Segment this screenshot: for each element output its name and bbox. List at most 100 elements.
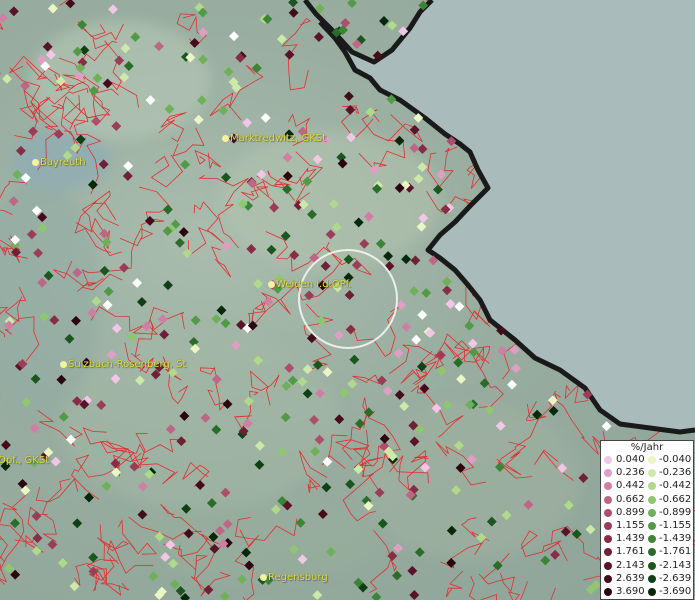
measurement-point xyxy=(141,321,152,332)
legend-value-negative: -2.143 xyxy=(659,559,692,571)
legend-swatch-positive xyxy=(604,535,612,544)
boundary-line xyxy=(90,306,168,335)
legend-swatch-positive xyxy=(604,574,612,583)
city-label: Opf., GKSt xyxy=(0,455,50,466)
measurement-point xyxy=(251,63,262,74)
measurement-point xyxy=(467,338,478,349)
legend-swatch-negative xyxy=(648,508,656,517)
measurement-point xyxy=(417,144,428,154)
measurement-point xyxy=(119,262,129,273)
measurement-point xyxy=(198,27,209,38)
measurement-point xyxy=(344,290,355,301)
measurement-point xyxy=(102,300,113,310)
measurement-point xyxy=(288,0,299,8)
boundary-line xyxy=(188,201,225,257)
measurement-point xyxy=(399,401,410,412)
boundary-line xyxy=(209,64,264,121)
measurement-point xyxy=(229,31,239,42)
legend-value-negative: -0.040 xyxy=(659,454,692,465)
legend-row: 1.155 -1.155 xyxy=(601,520,695,532)
measurement-point xyxy=(144,215,155,226)
measurement-point xyxy=(401,254,412,265)
measurement-point xyxy=(31,511,42,522)
measurement-point xyxy=(436,169,446,180)
measurement-point xyxy=(394,389,405,400)
measurement-point xyxy=(84,492,94,503)
measurement-point xyxy=(333,330,344,341)
legend-value-negative: -0.236 xyxy=(659,467,692,479)
measurement-point xyxy=(211,313,222,324)
boundary-line xyxy=(0,502,44,553)
legend-swatch-positive xyxy=(604,561,612,570)
measurement-point xyxy=(322,367,333,378)
measurement-point xyxy=(456,374,467,385)
boundary-line xyxy=(0,493,28,572)
boundary-line xyxy=(35,478,79,503)
measurement-point xyxy=(101,237,112,248)
measurement-point xyxy=(464,320,475,331)
measurement-point xyxy=(242,117,253,128)
measurement-point xyxy=(345,324,356,335)
measurement-point xyxy=(216,305,227,316)
measurement-point xyxy=(379,16,389,26)
city-marker xyxy=(268,281,275,288)
measurement-point xyxy=(441,276,452,287)
boundary-line xyxy=(194,149,222,169)
legend-value-negative: -1.761 xyxy=(659,546,692,558)
measurement-point xyxy=(193,114,204,125)
measurement-point xyxy=(123,161,134,171)
boundary-line xyxy=(95,568,130,591)
legend-swatch-positive xyxy=(604,495,612,504)
legend-value-positive: 0.662 xyxy=(616,493,645,505)
legend: %/Jahr 0.040 -0.040 0.236 -0.236 0.442 -0.442… xyxy=(600,440,694,600)
measurement-point xyxy=(354,418,365,429)
legend-swatch-negative xyxy=(648,574,656,583)
legend-row: 0.442 -0.442 xyxy=(601,480,695,492)
legend-value-positive: 0.899 xyxy=(616,506,645,518)
boundary-line xyxy=(400,350,433,385)
legend-swatch-positive xyxy=(604,469,612,478)
measurement-point xyxy=(446,557,457,568)
measurement-point xyxy=(409,286,419,297)
boundary-line xyxy=(96,524,130,552)
measurement-point xyxy=(540,555,551,566)
legend-row: 3.690 -3.690 xyxy=(601,586,695,598)
measurement-point xyxy=(347,378,358,389)
measurement-point xyxy=(253,278,264,289)
measurement-point xyxy=(174,237,185,248)
measurement-point xyxy=(263,296,274,307)
city-label: Bayreuth xyxy=(40,157,86,168)
measurement-point xyxy=(401,322,412,332)
legend-swatch-negative xyxy=(648,456,656,464)
measurement-point xyxy=(163,280,173,291)
legend-value-positive: 1.155 xyxy=(616,520,645,531)
measurement-point xyxy=(260,112,271,123)
legend-value-negative: -1.439 xyxy=(659,533,692,545)
measurement-point xyxy=(409,590,420,600)
measurement-point xyxy=(10,518,20,529)
legend-value-negative: -1.155 xyxy=(659,520,692,531)
measurement-point xyxy=(419,383,430,394)
legend-row: 2.639 -2.639 xyxy=(601,573,695,585)
measurement-point xyxy=(343,91,354,102)
boundary-line xyxy=(352,305,401,358)
legend-swatch-negative xyxy=(648,561,656,570)
measurement-point xyxy=(571,529,582,540)
legend-value-negative: -0.899 xyxy=(659,506,692,518)
measurement-point xyxy=(182,248,193,259)
measurement-point xyxy=(497,345,507,356)
map-view[interactable]: Bayreuth Marktredwitz, GKSt Weiden i.d.OPf… xyxy=(0,0,695,600)
measurement-point xyxy=(382,386,393,396)
legend-value-positive: 3.690 xyxy=(616,586,645,597)
measurement-point xyxy=(435,350,446,361)
measurement-point xyxy=(468,347,479,358)
measurement-point xyxy=(442,285,452,296)
measurement-point xyxy=(162,204,173,215)
measurement-point xyxy=(10,569,21,580)
measurement-point xyxy=(223,66,234,77)
measurement-point xyxy=(1,440,11,450)
legend-swatch-positive xyxy=(604,508,612,517)
city-marker xyxy=(60,361,67,368)
boundary-line xyxy=(352,374,381,385)
measurement-point xyxy=(219,591,230,600)
